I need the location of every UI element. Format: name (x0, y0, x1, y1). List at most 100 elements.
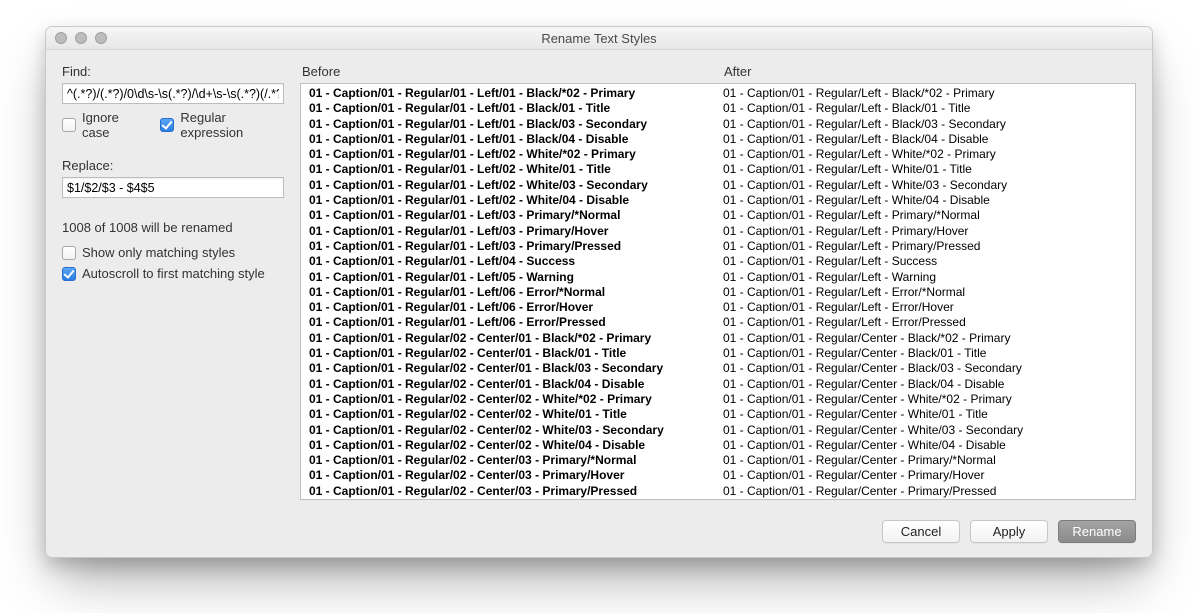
results-list[interactable]: 01 - Caption/01 - Regular/01 - Left/01 -… (300, 83, 1136, 500)
table-row[interactable]: 01 - Caption/01 - Regular/01 - Left/03 -… (309, 224, 1129, 239)
cell-after: 01 - Caption/01 - Regular/Left - Error/P… (723, 315, 1129, 330)
table-row[interactable]: 01 - Caption/01 - Regular/02 - Center/01… (309, 331, 1129, 346)
table-row[interactable]: 01 - Caption/01 - Regular/02 - Center/01… (309, 377, 1129, 392)
cell-before: 01 - Caption/01 - Regular/02 - Center/03… (309, 453, 723, 468)
titlebar: Rename Text Styles (46, 27, 1152, 50)
cell-before: 01 - Caption/01 - Regular/01 - Left/01 -… (309, 132, 723, 147)
cell-before: 01 - Caption/01 - Regular/02 - Center/02… (309, 423, 723, 438)
cell-after: 01 - Caption/01 - Regular/Left - Primary… (723, 208, 1129, 223)
ignore-case-checkbox[interactable] (62, 118, 76, 132)
table-row[interactable]: 01 - Caption/01 - Regular/01 - Left/02 -… (309, 162, 1129, 177)
cell-after: 01 - Caption/01 - Regular/Left - Error/*… (723, 285, 1129, 300)
cell-before: 01 - Caption/01 - Regular/02 - Center/01… (309, 377, 723, 392)
cell-after: 01 - Caption/01 - Regular/Left - Error/H… (723, 300, 1129, 315)
cancel-button[interactable]: Cancel (882, 520, 960, 543)
table-row[interactable]: 01 - Caption/01 - Regular/01 - Left/03 -… (309, 208, 1129, 223)
ignore-case-label: Ignore case (82, 110, 144, 140)
cell-after: 01 - Caption/01 - Regular/Center - White… (723, 438, 1129, 453)
table-row[interactable]: 01 - Caption/01 - Regular/01 - Left/06 -… (309, 300, 1129, 315)
table-row[interactable]: 01 - Caption/01 - Regular/01 - Left/06 -… (309, 315, 1129, 330)
cell-after: 01 - Caption/01 - Regular/Left - Primary… (723, 239, 1129, 254)
cell-before: 01 - Caption/01 - Regular/02 - Center/03… (309, 468, 723, 483)
status-text: 1008 of 1008 will be renamed (62, 220, 284, 235)
cell-after: 01 - Caption/01 - Regular/Center - Prima… (723, 453, 1129, 468)
zoom-icon[interactable] (95, 32, 107, 44)
table-row[interactable]: 01 - Caption/01 - Regular/01 - Left/02 -… (309, 178, 1129, 193)
show-only-matching-option[interactable]: Show only matching styles (62, 245, 284, 260)
cell-before: 01 - Caption/01 - Regular/02 - Center/01… (309, 346, 723, 361)
cell-after: 01 - Caption/01 - Regular/Left - White/0… (723, 162, 1129, 177)
cell-before: 01 - Caption/01 - Regular/01 - Left/02 -… (309, 193, 723, 208)
table-row[interactable]: 01 - Caption/01 - Regular/02 - Center/02… (309, 392, 1129, 407)
cell-after: 01 - Caption/01 - Regular/Center - White… (723, 392, 1129, 407)
cell-before: 01 - Caption/01 - Regular/01 - Left/01 -… (309, 86, 723, 101)
column-after-header: After (724, 64, 1136, 79)
table-row[interactable]: 01 - Caption/01 - Regular/01 - Left/01 -… (309, 132, 1129, 147)
table-row[interactable]: 01 - Caption/01 - Regular/02 - Center/01… (309, 361, 1129, 376)
regular-expression-checkbox[interactable] (160, 118, 174, 132)
replace-input[interactable] (62, 177, 284, 198)
table-row[interactable]: 01 - Caption/01 - Regular/01 - Left/01 -… (309, 101, 1129, 116)
traffic-lights (55, 32, 107, 44)
regular-expression-option[interactable]: Regular expression (160, 110, 284, 140)
cell-after: 01 - Caption/01 - Regular/Left - Black/0… (723, 117, 1129, 132)
cell-before: 01 - Caption/01 - Regular/01 - Left/01 -… (309, 101, 723, 116)
table-row[interactable]: 01 - Caption/01 - Regular/01 - Left/03 -… (309, 239, 1129, 254)
results-area: Before After 01 - Caption/01 - Regular/0… (300, 64, 1136, 500)
table-row[interactable]: 01 - Caption/01 - Regular/02 - Center/03… (309, 468, 1129, 483)
autoscroll-checkbox[interactable] (62, 267, 76, 281)
show-only-matching-label: Show only matching styles (82, 245, 235, 260)
cell-after: 01 - Caption/01 - Regular/Left - Primary… (723, 224, 1129, 239)
cell-after: 01 - Caption/01 - Regular/Center - Prima… (723, 484, 1129, 499)
cell-before: 01 - Caption/01 - Regular/02 - Center/01… (309, 331, 723, 346)
find-input[interactable] (62, 83, 284, 104)
ignore-case-option[interactable]: Ignore case (62, 110, 144, 140)
regular-expression-label: Regular expression (180, 110, 284, 140)
sidebar: Find: Ignore case Regular expression (62, 64, 284, 500)
table-row[interactable]: 01 - Caption/01 - Regular/01 - Left/01 -… (309, 117, 1129, 132)
cell-after: 01 - Caption/01 - Regular/Left - White/0… (723, 193, 1129, 208)
minimize-icon[interactable] (75, 32, 87, 44)
window-title: Rename Text Styles (541, 31, 656, 46)
table-row[interactable]: 01 - Caption/01 - Regular/02 - Center/03… (309, 453, 1129, 468)
table-row[interactable]: 01 - Caption/01 - Regular/01 - Left/05 -… (309, 270, 1129, 285)
table-row[interactable]: 01 - Caption/01 - Regular/01 - Left/04 -… (309, 254, 1129, 269)
cell-before: 01 - Caption/01 - Regular/01 - Left/04 -… (309, 254, 723, 269)
cell-after: 01 - Caption/01 - Regular/Center - White… (723, 407, 1129, 422)
cell-before: 01 - Caption/01 - Regular/01 - Left/02 -… (309, 147, 723, 162)
cell-before: 01 - Caption/01 - Regular/01 - Left/06 -… (309, 315, 723, 330)
cell-before: 01 - Caption/01 - Regular/02 - Center/02… (309, 407, 723, 422)
table-row[interactable]: 01 - Caption/01 - Regular/02 - Center/02… (309, 423, 1129, 438)
table-row[interactable]: 01 - Caption/01 - Regular/01 - Left/02 -… (309, 193, 1129, 208)
cell-before: 01 - Caption/01 - Regular/02 - Center/02… (309, 392, 723, 407)
table-row[interactable]: 01 - Caption/01 - Regular/02 - Center/02… (309, 438, 1129, 453)
apply-button[interactable]: Apply (970, 520, 1048, 543)
results-header: Before After (300, 64, 1136, 83)
cell-after: 01 - Caption/01 - Regular/Left - Success (723, 254, 1129, 269)
cell-after: 01 - Caption/01 - Regular/Center - White… (723, 423, 1129, 438)
table-row[interactable]: 01 - Caption/01 - Regular/01 - Left/02 -… (309, 147, 1129, 162)
show-only-matching-checkbox[interactable] (62, 246, 76, 260)
table-row[interactable]: 01 - Caption/01 - Regular/02 - Center/02… (309, 407, 1129, 422)
cell-after: 01 - Caption/01 - Regular/Center - Black… (723, 346, 1129, 361)
table-row[interactable]: 01 - Caption/01 - Regular/02 - Center/01… (309, 346, 1129, 361)
footer-buttons: Cancel Apply Rename (46, 510, 1152, 557)
replace-label: Replace: (62, 158, 284, 173)
autoscroll-option[interactable]: Autoscroll to first matching style (62, 266, 284, 281)
cell-after: 01 - Caption/01 - Regular/Center - Black… (723, 377, 1129, 392)
cell-before: 01 - Caption/01 - Regular/01 - Left/03 -… (309, 224, 723, 239)
cell-after: 01 - Caption/01 - Regular/Center - Black… (723, 361, 1129, 376)
cell-after: 01 - Caption/01 - Regular/Left - Black/0… (723, 132, 1129, 147)
find-label: Find: (62, 64, 284, 79)
cell-before: 01 - Caption/01 - Regular/01 - Left/03 -… (309, 239, 723, 254)
autoscroll-label: Autoscroll to first matching style (82, 266, 265, 281)
table-row[interactable]: 01 - Caption/01 - Regular/02 - Center/03… (309, 484, 1129, 499)
table-row[interactable]: 01 - Caption/01 - Regular/01 - Left/01 -… (309, 86, 1129, 101)
close-icon[interactable] (55, 32, 67, 44)
column-before-header: Before (302, 64, 724, 79)
cell-after: 01 - Caption/01 - Regular/Left - Black/0… (723, 101, 1129, 116)
cell-after: 01 - Caption/01 - Regular/Center - Black… (723, 331, 1129, 346)
table-row[interactable]: 01 - Caption/01 - Regular/01 - Left/06 -… (309, 285, 1129, 300)
rename-button[interactable]: Rename (1058, 520, 1136, 543)
cell-after: 01 - Caption/01 - Regular/Left - Warning (723, 270, 1129, 285)
